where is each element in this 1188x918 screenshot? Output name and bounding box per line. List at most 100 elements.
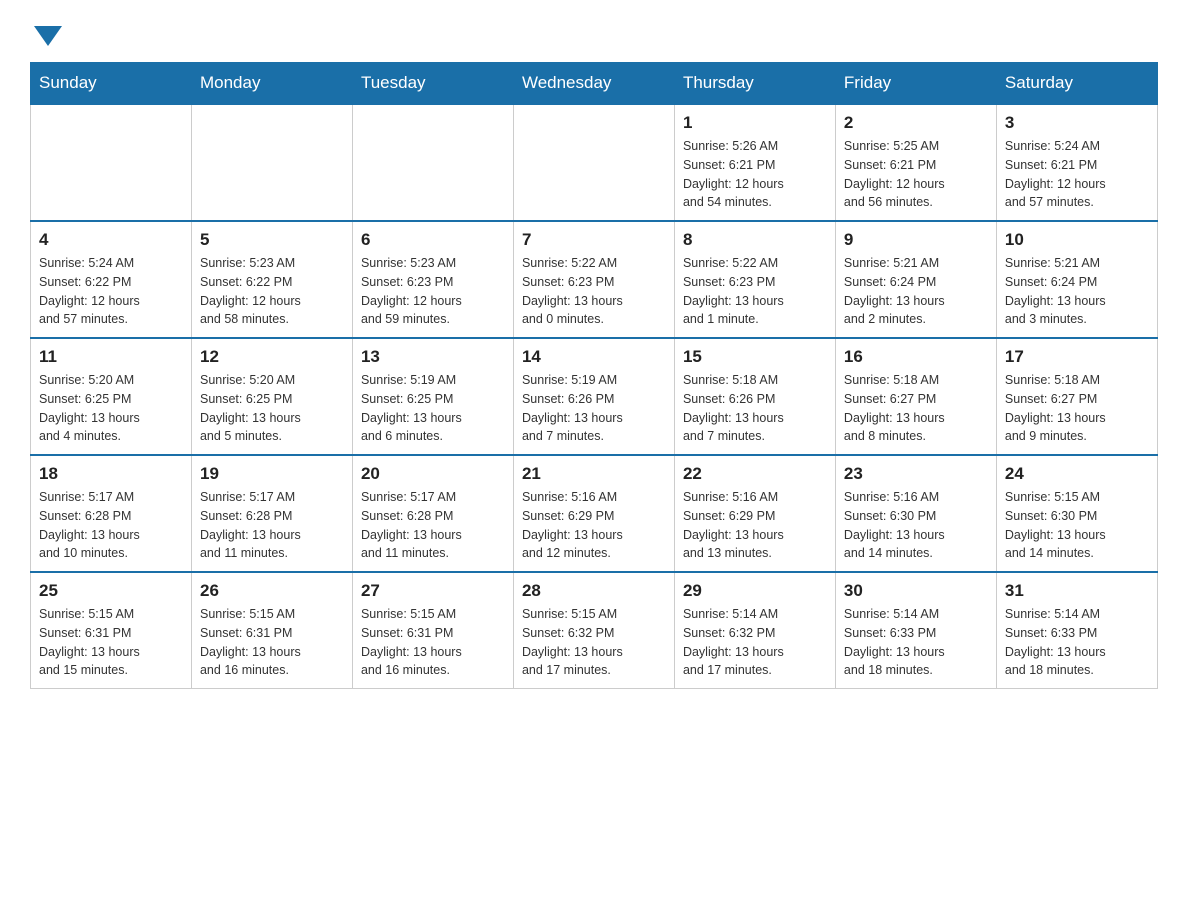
day-number: 3	[1005, 113, 1149, 133]
calendar-cell: 22 Sunrise: 5:16 AM Sunset: 6:29 PM Dayli…	[674, 455, 835, 572]
calendar-cell: 15 Sunrise: 5:18 AM Sunset: 6:26 PM Dayli…	[674, 338, 835, 455]
logo	[30, 20, 62, 42]
day-number: 29	[683, 581, 827, 601]
day-info: Sunrise: 5:23 AM Sunset: 6:22 PM Dayligh…	[200, 254, 344, 329]
calendar-cell: 19 Sunrise: 5:17 AM Sunset: 6:28 PM Dayli…	[191, 455, 352, 572]
calendar-cell: 27Sunrise: 5:15 AM Sunset: 6:31 PM Dayli…	[352, 572, 513, 689]
day-number: 16	[844, 347, 988, 367]
weekday-header-friday: Friday	[835, 63, 996, 105]
calendar-cell: 29 Sunrise: 5:14 AM Sunset: 6:32 PM Dayli…	[674, 572, 835, 689]
calendar-cell	[352, 104, 513, 221]
day-number: 26	[200, 581, 344, 601]
day-number: 11	[39, 347, 183, 367]
day-info: Sunrise: 5:24 AM Sunset: 6:22 PM Dayligh…	[39, 254, 183, 329]
calendar-cell: 31 Sunrise: 5:14 AM Sunset: 6:33 PM Dayli…	[996, 572, 1157, 689]
calendar-cell: 3 Sunrise: 5:24 AM Sunset: 6:21 PM Daylig…	[996, 104, 1157, 221]
day-number: 31	[1005, 581, 1149, 601]
day-info: Sunrise: 5:14 AM Sunset: 6:33 PM Dayligh…	[1005, 605, 1149, 680]
day-info: Sunrise: 5:25 AM Sunset: 6:21 PM Dayligh…	[844, 137, 988, 212]
day-info: Sunrise: 5:15 AM Sunset: 6:31 PM Dayligh…	[200, 605, 344, 680]
calendar-cell: 14 Sunrise: 5:19 AM Sunset: 6:26 PM Dayli…	[513, 338, 674, 455]
calendar-cell	[513, 104, 674, 221]
day-number: 13	[361, 347, 505, 367]
day-number: 2	[844, 113, 988, 133]
week-row-3: 11 Sunrise: 5:20 AM Sunset: 6:25 PM Dayli…	[31, 338, 1158, 455]
calendar-cell: 24Sunrise: 5:15 AM Sunset: 6:30 PM Dayli…	[996, 455, 1157, 572]
day-info: Sunrise: 5:19 AM Sunset: 6:26 PM Dayligh…	[522, 371, 666, 446]
day-number: 12	[200, 347, 344, 367]
day-number: 20	[361, 464, 505, 484]
day-info: Sunrise: 5:16 AM Sunset: 6:29 PM Dayligh…	[683, 488, 827, 563]
calendar-cell: 2 Sunrise: 5:25 AM Sunset: 6:21 PM Daylig…	[835, 104, 996, 221]
day-number: 23	[844, 464, 988, 484]
calendar-cell: 23Sunrise: 5:16 AM Sunset: 6:30 PM Dayli…	[835, 455, 996, 572]
day-info: Sunrise: 5:22 AM Sunset: 6:23 PM Dayligh…	[683, 254, 827, 329]
week-row-5: 25Sunrise: 5:15 AM Sunset: 6:31 PM Dayli…	[31, 572, 1158, 689]
day-info: Sunrise: 5:19 AM Sunset: 6:25 PM Dayligh…	[361, 371, 505, 446]
day-info: Sunrise: 5:26 AM Sunset: 6:21 PM Dayligh…	[683, 137, 827, 212]
calendar-cell: 1 Sunrise: 5:26 AM Sunset: 6:21 PM Daylig…	[674, 104, 835, 221]
calendar-cell: 13 Sunrise: 5:19 AM Sunset: 6:25 PM Dayli…	[352, 338, 513, 455]
calendar-cell: 20 Sunrise: 5:17 AM Sunset: 6:28 PM Dayli…	[352, 455, 513, 572]
day-number: 30	[844, 581, 988, 601]
day-info: Sunrise: 5:14 AM Sunset: 6:32 PM Dayligh…	[683, 605, 827, 680]
day-info: Sunrise: 5:21 AM Sunset: 6:24 PM Dayligh…	[844, 254, 988, 329]
day-info: Sunrise: 5:15 AM Sunset: 6:31 PM Dayligh…	[39, 605, 183, 680]
calendar-cell: 28 Sunrise: 5:15 AM Sunset: 6:32 PM Dayli…	[513, 572, 674, 689]
day-number: 8	[683, 230, 827, 250]
day-number: 17	[1005, 347, 1149, 367]
weekday-header-tuesday: Tuesday	[352, 63, 513, 105]
day-info: Sunrise: 5:17 AM Sunset: 6:28 PM Dayligh…	[361, 488, 505, 563]
weekday-header-row: SundayMondayTuesdayWednesdayThursdayFrid…	[31, 63, 1158, 105]
week-row-2: 4 Sunrise: 5:24 AM Sunset: 6:22 PM Daylig…	[31, 221, 1158, 338]
calendar-cell: 18 Sunrise: 5:17 AM Sunset: 6:28 PM Dayli…	[31, 455, 192, 572]
week-row-1: 1 Sunrise: 5:26 AM Sunset: 6:21 PM Daylig…	[31, 104, 1158, 221]
day-number: 18	[39, 464, 183, 484]
calendar-table: SundayMondayTuesdayWednesdayThursdayFrid…	[30, 62, 1158, 689]
day-info: Sunrise: 5:22 AM Sunset: 6:23 PM Dayligh…	[522, 254, 666, 329]
day-info: Sunrise: 5:17 AM Sunset: 6:28 PM Dayligh…	[39, 488, 183, 563]
calendar-cell: 12 Sunrise: 5:20 AM Sunset: 6:25 PM Dayli…	[191, 338, 352, 455]
calendar-cell: 16 Sunrise: 5:18 AM Sunset: 6:27 PM Dayli…	[835, 338, 996, 455]
day-info: Sunrise: 5:15 AM Sunset: 6:32 PM Dayligh…	[522, 605, 666, 680]
calendar-cell: 30Sunrise: 5:14 AM Sunset: 6:33 PM Dayli…	[835, 572, 996, 689]
day-number: 6	[361, 230, 505, 250]
day-info: Sunrise: 5:15 AM Sunset: 6:30 PM Dayligh…	[1005, 488, 1149, 563]
day-number: 22	[683, 464, 827, 484]
day-number: 5	[200, 230, 344, 250]
calendar-cell	[191, 104, 352, 221]
weekday-header-sunday: Sunday	[31, 63, 192, 105]
day-info: Sunrise: 5:18 AM Sunset: 6:27 PM Dayligh…	[1005, 371, 1149, 446]
calendar-cell: 21 Sunrise: 5:16 AM Sunset: 6:29 PM Dayli…	[513, 455, 674, 572]
weekday-header-saturday: Saturday	[996, 63, 1157, 105]
day-info: Sunrise: 5:18 AM Sunset: 6:27 PM Dayligh…	[844, 371, 988, 446]
day-info: Sunrise: 5:24 AM Sunset: 6:21 PM Dayligh…	[1005, 137, 1149, 212]
day-info: Sunrise: 5:20 AM Sunset: 6:25 PM Dayligh…	[200, 371, 344, 446]
calendar-cell: 8 Sunrise: 5:22 AM Sunset: 6:23 PM Daylig…	[674, 221, 835, 338]
calendar-cell: 4 Sunrise: 5:24 AM Sunset: 6:22 PM Daylig…	[31, 221, 192, 338]
day-number: 27	[361, 581, 505, 601]
day-number: 21	[522, 464, 666, 484]
calendar-cell: 25Sunrise: 5:15 AM Sunset: 6:31 PM Dayli…	[31, 572, 192, 689]
day-number: 10	[1005, 230, 1149, 250]
day-number: 14	[522, 347, 666, 367]
calendar-cell: 9 Sunrise: 5:21 AM Sunset: 6:24 PM Daylig…	[835, 221, 996, 338]
day-info: Sunrise: 5:21 AM Sunset: 6:24 PM Dayligh…	[1005, 254, 1149, 329]
calendar-cell: 6Sunrise: 5:23 AM Sunset: 6:23 PM Daylig…	[352, 221, 513, 338]
day-number: 15	[683, 347, 827, 367]
day-info: Sunrise: 5:16 AM Sunset: 6:29 PM Dayligh…	[522, 488, 666, 563]
day-number: 19	[200, 464, 344, 484]
day-info: Sunrise: 5:20 AM Sunset: 6:25 PM Dayligh…	[39, 371, 183, 446]
calendar-cell: 17 Sunrise: 5:18 AM Sunset: 6:27 PM Dayli…	[996, 338, 1157, 455]
day-info: Sunrise: 5:17 AM Sunset: 6:28 PM Dayligh…	[200, 488, 344, 563]
day-number: 1	[683, 113, 827, 133]
page-header	[30, 20, 1158, 42]
day-info: Sunrise: 5:18 AM Sunset: 6:26 PM Dayligh…	[683, 371, 827, 446]
day-number: 28	[522, 581, 666, 601]
calendar-cell	[31, 104, 192, 221]
day-number: 9	[844, 230, 988, 250]
calendar-cell: 7 Sunrise: 5:22 AM Sunset: 6:23 PM Daylig…	[513, 221, 674, 338]
calendar-cell: 26 Sunrise: 5:15 AM Sunset: 6:31 PM Dayli…	[191, 572, 352, 689]
day-number: 7	[522, 230, 666, 250]
day-number: 4	[39, 230, 183, 250]
